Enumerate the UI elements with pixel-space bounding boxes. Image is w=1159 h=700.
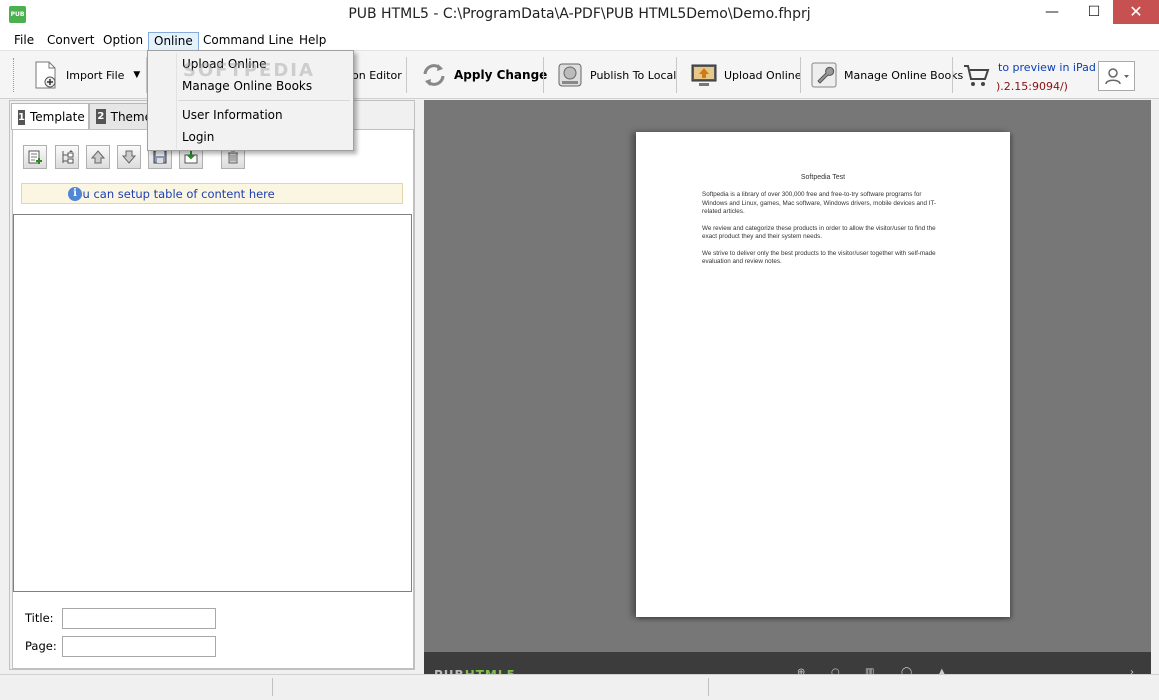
tab-number: 1 — [18, 109, 25, 125]
toolbar-separator — [800, 57, 801, 93]
tab-label: Theme — [110, 109, 152, 124]
document-paragraph: Softpedia is a library of over 300,000 f… — [702, 191, 937, 215]
move-up-button[interactable] — [86, 145, 110, 169]
tab-template[interactable]: 1 Template — [11, 103, 89, 130]
button-editor-button[interactable]: on Editor — [352, 55, 402, 95]
menu-separator — [178, 100, 350, 101]
toolbar-grip — [13, 58, 16, 92]
wrench-icon — [810, 61, 838, 89]
user-account-button[interactable] — [1098, 61, 1135, 91]
add-item-icon — [28, 150, 42, 164]
shopping-cart-icon — [962, 61, 990, 89]
import-file-dropdown-icon[interactable]: ▼ — [133, 70, 140, 80]
arrow-up-icon — [90, 150, 106, 164]
save-icon — [153, 150, 167, 164]
book-page[interactable]: Softpedia Test Softpedia is a library of… — [636, 132, 1010, 617]
page-label: Page: — [25, 639, 57, 653]
document-paragraph: We review and categorize these products … — [702, 224, 936, 241]
menu-manage-online-books[interactable]: Manage Online Books — [182, 79, 312, 93]
status-separator — [708, 678, 709, 696]
cart-button[interactable] — [962, 55, 996, 95]
import-file-button[interactable]: Import File ▼ — [32, 55, 140, 95]
document-heading: Softpedia Test — [800, 174, 846, 181]
publish-local-button[interactable]: Publish To Local — [556, 55, 676, 95]
toc-tree[interactable] — [13, 214, 412, 592]
title-input[interactable] — [62, 608, 216, 629]
menu-help[interactable]: Help — [294, 32, 331, 51]
menu-login[interactable]: Login — [182, 130, 214, 144]
manage-online-books-button[interactable]: Manage Online Books — [810, 55, 963, 95]
upload-online-button[interactable]: Upload Online — [690, 55, 802, 95]
arrow-down-icon — [121, 150, 137, 164]
tree-icon — [62, 150, 74, 164]
publish-local-label: Publish To Local — [590, 68, 677, 82]
close-button[interactable]: ✕ — [1113, 0, 1159, 24]
toolbar-separator — [543, 57, 544, 93]
toc-info-text: You can setup table of content here — [70, 186, 275, 201]
title-label: Title: — [25, 611, 54, 625]
watermark: SOFTPEDIA — [183, 60, 315, 81]
upload-monitor-icon — [690, 61, 718, 89]
import-icon — [184, 150, 198, 164]
toolbar-separator — [952, 57, 953, 93]
ipad-address: ).2.15:9094/) — [996, 80, 1068, 93]
user-icon — [1104, 68, 1129, 85]
menu-gutter — [176, 53, 177, 149]
maximize-button[interactable]: ☐ — [1079, 0, 1109, 24]
button-editor-label: on Editor — [352, 68, 402, 82]
ipad-preview-link[interactable]: to preview in iPad — [998, 61, 1096, 74]
minimize-button[interactable]: — — [1037, 0, 1067, 24]
apply-change-button[interactable]: Apply Change — [420, 55, 547, 95]
move-down-button[interactable] — [117, 145, 141, 169]
menu-command-line[interactable]: Command Line — [198, 32, 299, 51]
refresh-icon — [420, 61, 448, 89]
toc-info-bar: i You can setup table of content here — [21, 183, 403, 204]
trash-icon — [228, 150, 238, 164]
tab-label: Template — [29, 110, 85, 124]
import-file-icon — [32, 61, 60, 89]
info-icon: i — [68, 187, 82, 201]
menu-option[interactable]: Option — [98, 32, 148, 51]
upload-online-label: Upload Online — [724, 68, 802, 82]
manage-online-books-label: Manage Online Books — [844, 68, 964, 82]
document-paragraph: We strive to deliver only the best produ… — [702, 249, 936, 266]
menu-bar: File Convert Option Online Command Line … — [0, 30, 1159, 51]
page-input[interactable] — [62, 636, 216, 657]
menu-user-information[interactable]: User Information — [182, 108, 283, 122]
add-toc-item-button[interactable] — [23, 145, 47, 169]
hard-drive-icon — [556, 61, 584, 89]
toolbar-separator — [406, 57, 407, 93]
title-bar: PUB PUB HTML5 - C:\ProgramData\A-PDF\PUB… — [0, 0, 1159, 30]
toolbar-separator — [676, 57, 677, 93]
preview-control-bar — [424, 652, 1151, 674]
window-title: PUB HTML5 - C:\ProgramData\A-PDF\PUB HTM… — [348, 6, 811, 22]
status-separator — [272, 678, 273, 696]
tab-number: 2 — [96, 109, 106, 124]
apply-change-label: Apply Change — [454, 68, 548, 82]
menu-file[interactable]: File — [9, 32, 39, 51]
menu-convert[interactable]: Convert — [42, 32, 99, 51]
status-bar — [0, 674, 1159, 700]
import-file-label: Import File — [66, 68, 125, 82]
add-child-item-button[interactable] — [55, 145, 79, 169]
menu-online[interactable]: Online — [148, 32, 199, 51]
